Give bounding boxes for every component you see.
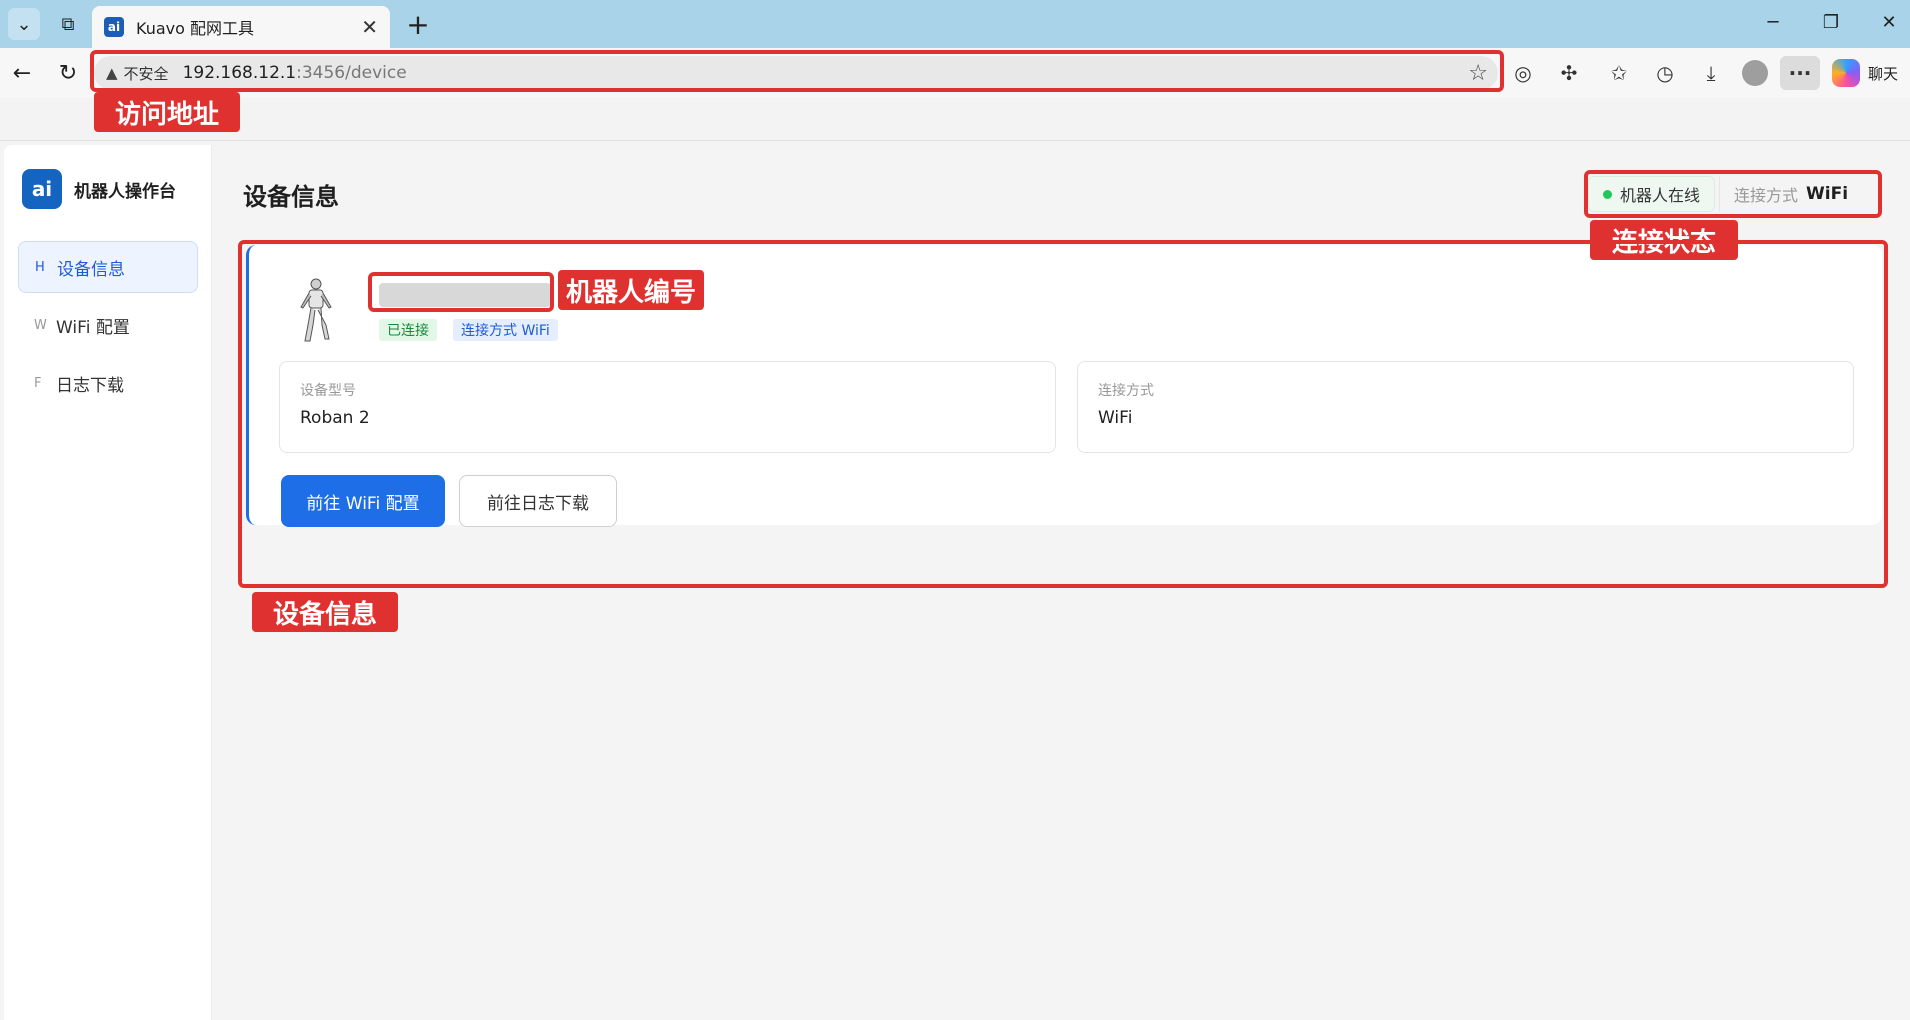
- favorites-icon[interactable]: ✩: [1602, 57, 1636, 89]
- nav-key: W: [34, 317, 47, 333]
- tab-favicon-icon: ai: [104, 17, 124, 37]
- restore-icon[interactable]: ❐: [1802, 0, 1860, 44]
- extensions-puzzle-icon[interactable]: ✣: [1552, 57, 1586, 89]
- tab-close-icon[interactable]: ✕: [361, 15, 378, 39]
- sidebar-item-label: 日志下载: [56, 375, 124, 396]
- edge-ie-mode-icon[interactable]: ◎: [1506, 57, 1540, 89]
- copilot-icon: [1832, 59, 1860, 87]
- brand-logo-icon: ai: [22, 169, 62, 209]
- minimize-icon[interactable]: ─: [1744, 0, 1802, 44]
- sidebar: ai 机器人操作台 H 设备信息 W WiFi 配置 F 日志下载: [4, 145, 212, 1020]
- sidebar-item-label: 设备信息: [57, 259, 125, 280]
- brand-name: 机器人操作台: [74, 181, 176, 202]
- more-ellipsis-icon[interactable]: ···: [1780, 56, 1820, 90]
- profile-avatar-icon[interactable]: [1742, 60, 1768, 86]
- tab-title: Kuavo 配网工具: [136, 19, 254, 38]
- download-icon[interactable]: ⤓: [1694, 57, 1728, 89]
- sidebar-item-device-info[interactable]: H 设备信息: [18, 241, 198, 293]
- close-window-icon[interactable]: ✕: [1860, 0, 1910, 44]
- new-tab-plus-icon[interactable]: +: [400, 8, 436, 41]
- tab-actions-chevron-icon[interactable]: ⌄: [8, 8, 40, 40]
- reload-icon[interactable]: ↻: [52, 57, 84, 89]
- device-info-highlight-box: [238, 240, 1888, 588]
- address-highlight-box: [90, 50, 1504, 92]
- nav-key: H: [35, 259, 45, 275]
- back-arrow-icon[interactable]: ←: [6, 57, 38, 89]
- device-info-annotation-label: 设备信息: [252, 592, 398, 632]
- address-annotation-label: 访问地址: [94, 92, 240, 132]
- nav-key: F: [34, 375, 42, 391]
- browser-tab[interactable]: ai Kuavo 配网工具 ✕: [92, 6, 390, 48]
- page-title: 设备信息: [243, 183, 339, 211]
- history-icon[interactable]: ◷: [1648, 57, 1682, 89]
- sidebar-item-log-download[interactable]: F 日志下载: [18, 357, 198, 409]
- status-highlight-box: [1584, 170, 1882, 218]
- copilot-label: 聊天: [1868, 64, 1899, 83]
- sidebar-item-label: WiFi 配置: [56, 317, 130, 338]
- workspaces-icon[interactable]: ⧉: [52, 8, 84, 40]
- copilot-button[interactable]: 聊天: [1832, 56, 1898, 90]
- browser-tab-bar: ⌄ ⧉ ai Kuavo 配网工具 ✕ + ─ ❐ ✕: [0, 0, 1910, 48]
- brand: ai 机器人操作台: [22, 169, 176, 209]
- sidebar-item-wifi-config[interactable]: W WiFi 配置: [18, 299, 198, 351]
